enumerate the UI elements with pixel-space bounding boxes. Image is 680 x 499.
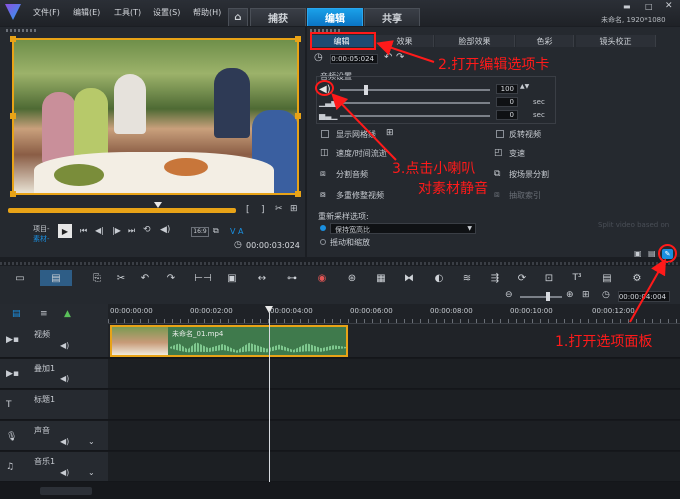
annotation-step2: 2.打开编辑选项卡: [438, 57, 550, 73]
annotation-step1: 1.打开选项面板: [555, 334, 653, 350]
annotation-arrows: [331, 40, 666, 323]
annotation-step3-line1: 3.点击小喇叭: [392, 161, 476, 177]
annotation-step3-line2: 对素材静音: [418, 181, 488, 197]
arrow-1: [629, 258, 666, 323]
arrow-2: [376, 40, 435, 63]
arrow-3: [331, 93, 397, 161]
